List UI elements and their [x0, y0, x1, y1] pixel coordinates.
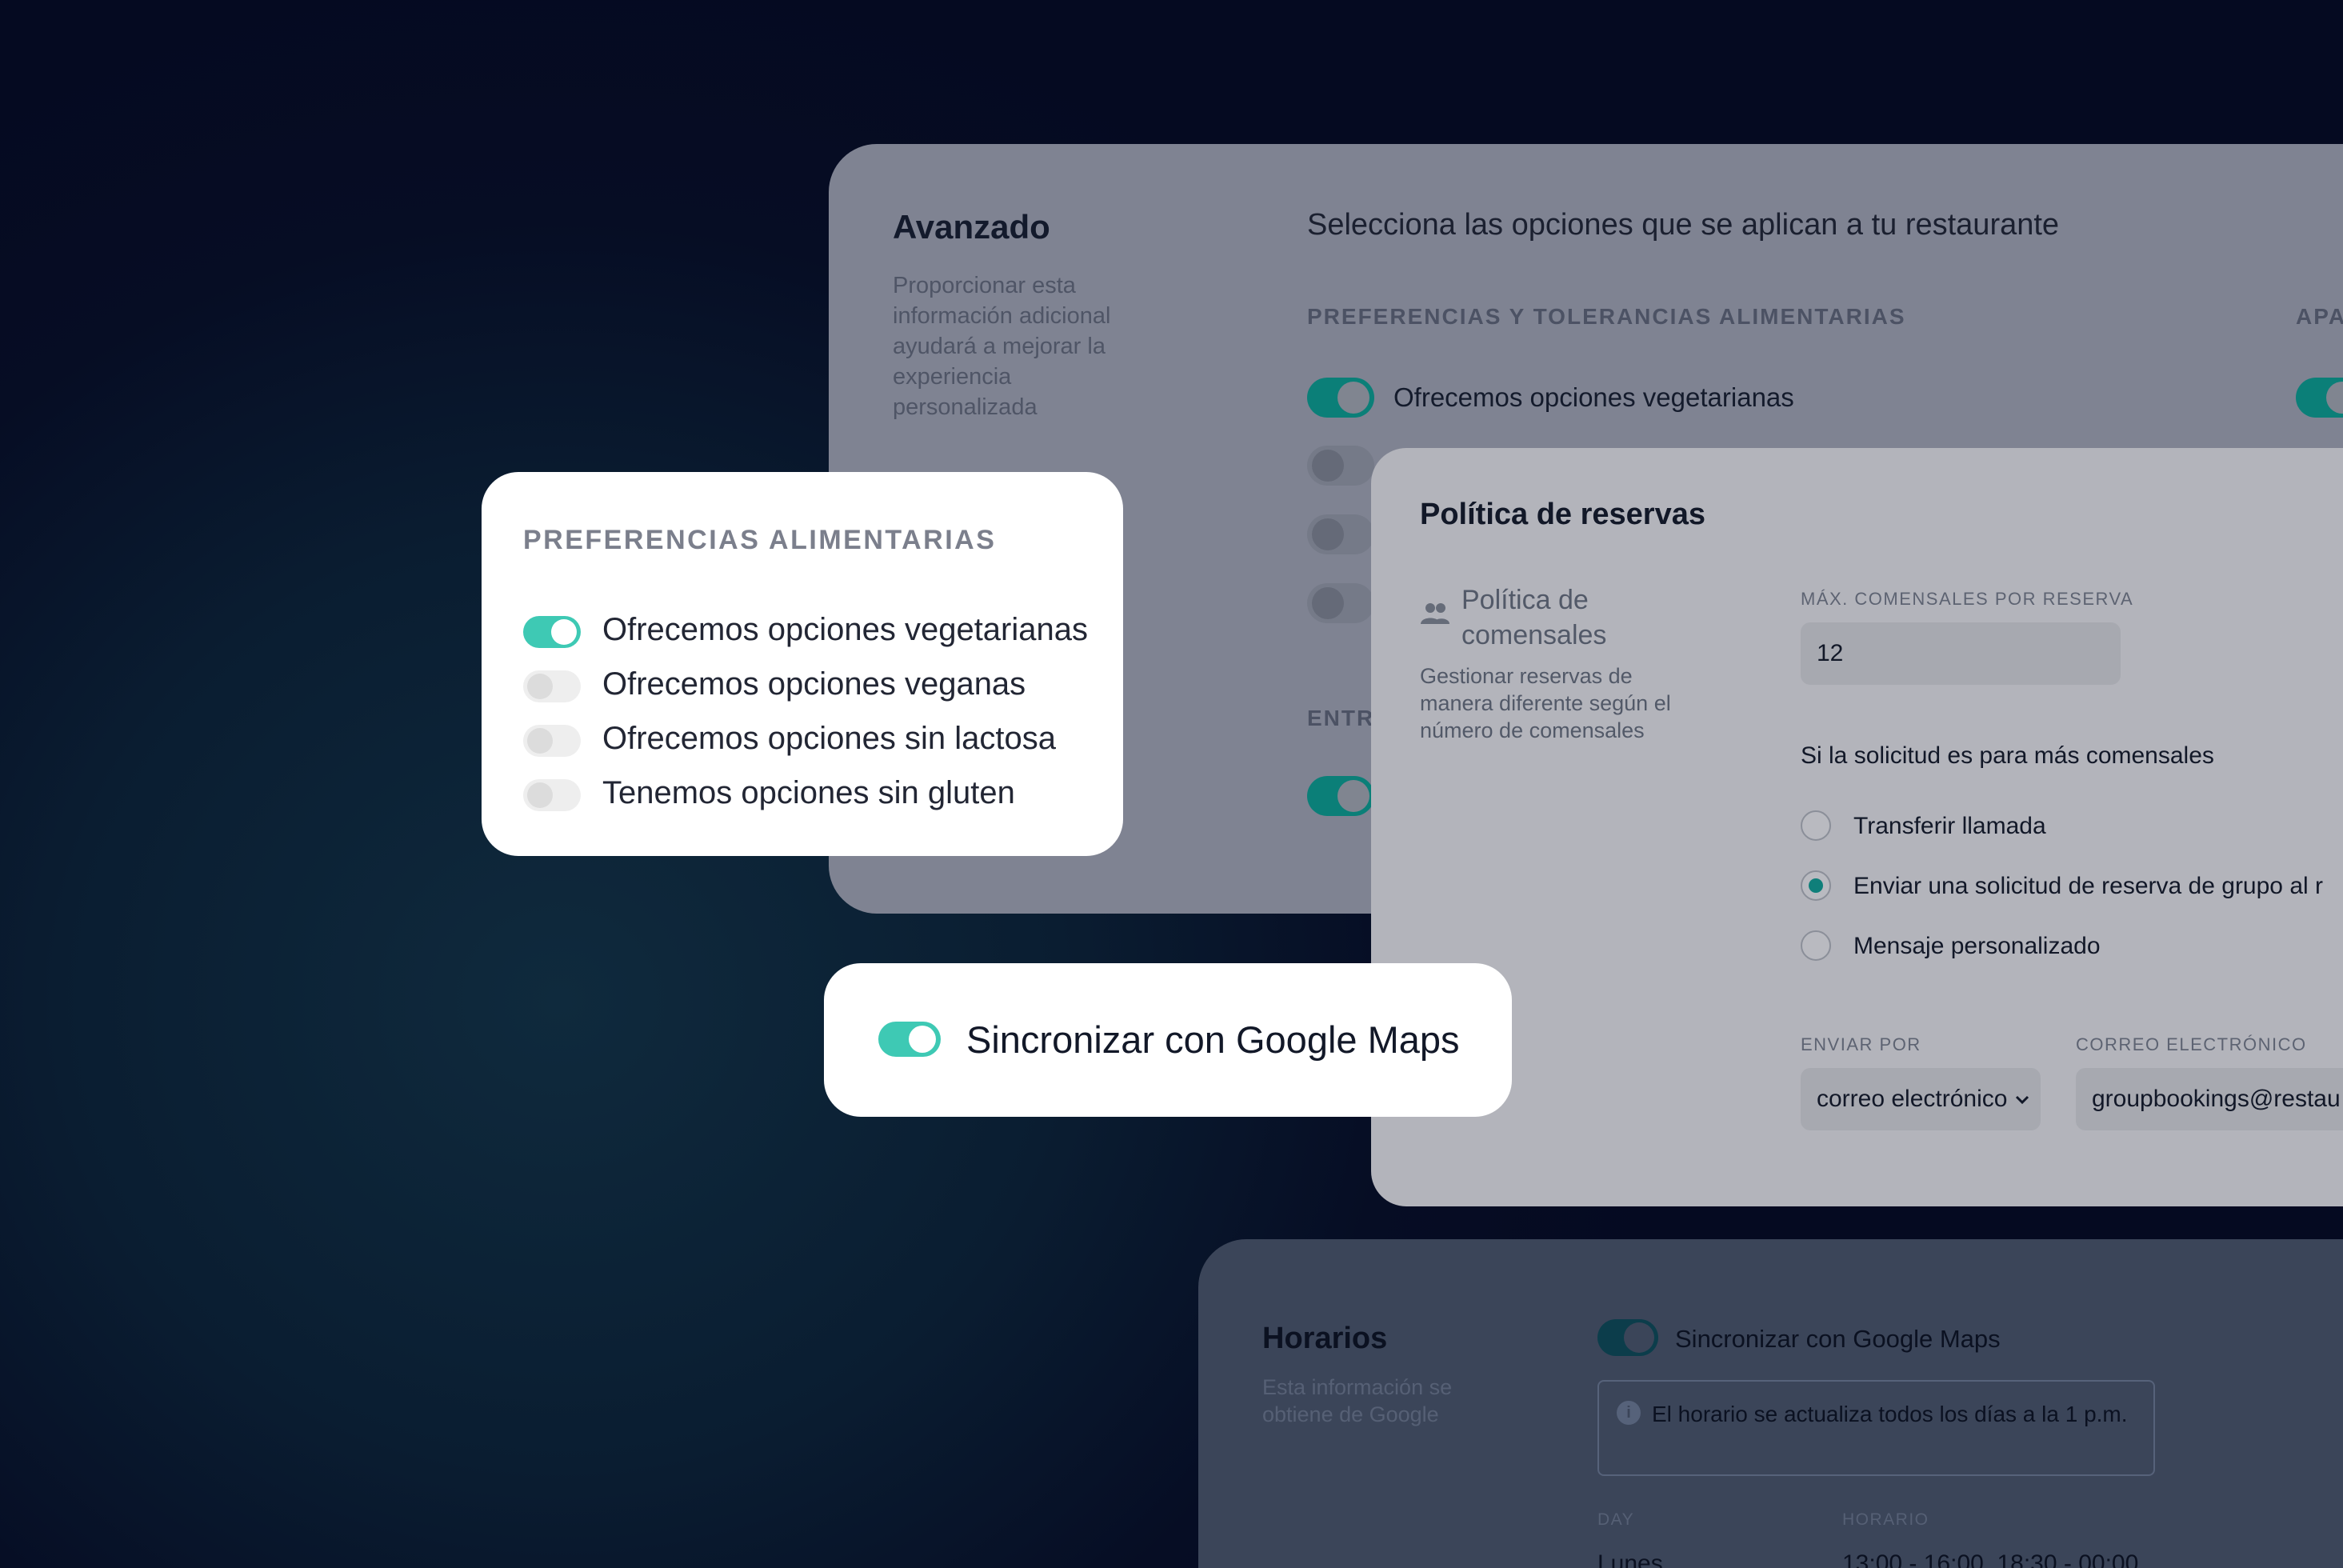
google-maps-sync-toggle[interactable]: [878, 1022, 941, 1057]
gluten-free-toggle[interactable]: [523, 779, 581, 811]
hours-column-header: HORARIO: [1842, 1510, 1929, 1529]
google-maps-sync-label: Sincronizar con Google Maps: [1675, 1325, 2001, 1353]
send-by-label: ENVIAR POR: [1801, 1034, 1921, 1054]
toggle-knob: [527, 728, 553, 754]
guest-policy-title: Política de comensales: [1461, 585, 1607, 650]
toggle-knob: [527, 782, 553, 808]
schedule-description: Esta información se obtiene de Google: [1262, 1375, 1453, 1426]
page: { "advanced": { "title": "Avanzado", "de…: [0, 0, 2343, 1568]
reservation-policy-title: Política de reservas: [1420, 498, 1705, 531]
gluten-free-label: Tenemos opciones sin gluten: [602, 775, 1015, 810]
day-column-header: DAY: [1597, 1510, 1635, 1529]
schedule-hours: 13:00 - 16:00, 18:30 - 00:00: [1842, 1550, 2139, 1568]
right-section-heading: APA: [2296, 304, 2343, 329]
schedule-info-text: El horario se actualiza todos los días a…: [1652, 1402, 2128, 1426]
toggle-knob: [1337, 382, 1369, 414]
google-maps-sync-label: Sincronizar con Google Maps: [966, 1018, 1460, 1061]
schedule-info-box: i El horario se actualiza todos los días…: [1597, 1380, 2155, 1476]
email-label: CORREO ELECTRÓNICO: [2076, 1034, 2307, 1054]
vegan-toggle[interactable]: [523, 670, 581, 702]
custom-message-radio[interactable]: [1801, 930, 1831, 961]
people-icon: [1421, 603, 1449, 624]
gluten-free-toggle[interactable]: [1307, 583, 1374, 623]
vegetarian-option-label: Ofrecemos opciones vegetarianas: [1393, 382, 1794, 412]
advanced-description: Proporcionar esta información adicional …: [893, 273, 1111, 420]
dietary-preferences-title: PREFERENCIAS ALIMENTARIAS: [523, 525, 997, 555]
lower-section-toggle[interactable]: [1307, 776, 1374, 816]
reservation-policy-card: Política de reservas Política de comensa…: [1371, 448, 2343, 1206]
vegetarian-toggle[interactable]: [1307, 378, 1374, 418]
send-by-select[interactable]: correo electrónico: [1801, 1068, 2041, 1130]
toggle-knob: [1312, 450, 1344, 482]
toggle-knob: [909, 1026, 936, 1053]
lactose-free-label: Ofrecemos opciones sin lactosa: [602, 721, 1056, 756]
google-maps-sync-card: Sincronizar con Google Maps: [824, 963, 1512, 1117]
advanced-title: Avanzado: [893, 208, 1050, 246]
max-guests-label: MÁX. COMENSALES POR RESERVA: [1801, 589, 2134, 609]
guest-policy-description: Gestionar reservas de manera diferente s…: [1420, 664, 1671, 742]
toggle-knob: [1312, 518, 1344, 550]
right-section-toggle[interactable]: [2296, 378, 2343, 418]
advanced-heading: Selecciona las opciones que se aplican a…: [1307, 208, 2060, 242]
vegetarian-label: Ofrecemos opciones vegetarianas: [602, 612, 1088, 647]
schedule-day: Lunes: [1597, 1550, 1663, 1568]
dietary-section-heading: PREFERENCIAS Y TOLERANCIAS ALIMENTARIAS: [1307, 304, 1906, 329]
group-request-radio[interactable]: [1801, 870, 1831, 901]
toggle-knob: [2326, 382, 2343, 414]
toggle-knob: [1312, 587, 1344, 619]
transfer-call-label: Transferir llamada: [1853, 813, 2046, 839]
vegetarian-toggle[interactable]: [523, 616, 581, 648]
schedule-card: Horarios Esta información se obtiene de …: [1198, 1239, 2343, 1568]
info-icon: i: [1617, 1401, 1641, 1425]
google-maps-sync-toggle[interactable]: [1597, 1319, 1658, 1356]
lactose-free-toggle[interactable]: [523, 725, 581, 757]
group-request-label: Enviar una solicitud de reserva de grupo…: [1853, 873, 2323, 899]
custom-message-label: Mensaje personalizado: [1853, 933, 2101, 959]
vegan-toggle[interactable]: [1307, 446, 1374, 486]
overflow-question: Si la solicitud es para más comensales: [1801, 742, 2214, 769]
email-input[interactable]: groupbookings@restau: [2076, 1068, 2343, 1130]
transfer-call-radio[interactable]: [1801, 810, 1831, 841]
max-guests-input[interactable]: 12: [1801, 622, 2121, 685]
dietary-preferences-card: PREFERENCIAS ALIMENTARIAS Ofrecemos opci…: [482, 472, 1123, 856]
lower-section-heading: ENTR: [1307, 706, 1375, 730]
lactose-free-toggle[interactable]: [1307, 514, 1374, 554]
send-by-value: correo electrónico: [1817, 1086, 2008, 1112]
schedule-title: Horarios: [1262, 1322, 1388, 1355]
vegan-label: Ofrecemos opciones veganas: [602, 666, 1026, 702]
toggle-knob: [1337, 780, 1369, 812]
toggle-knob: [1624, 1322, 1654, 1353]
chevron-down-icon: [2015, 1095, 2029, 1105]
toggle-knob: [551, 619, 577, 645]
toggle-knob: [527, 674, 553, 699]
